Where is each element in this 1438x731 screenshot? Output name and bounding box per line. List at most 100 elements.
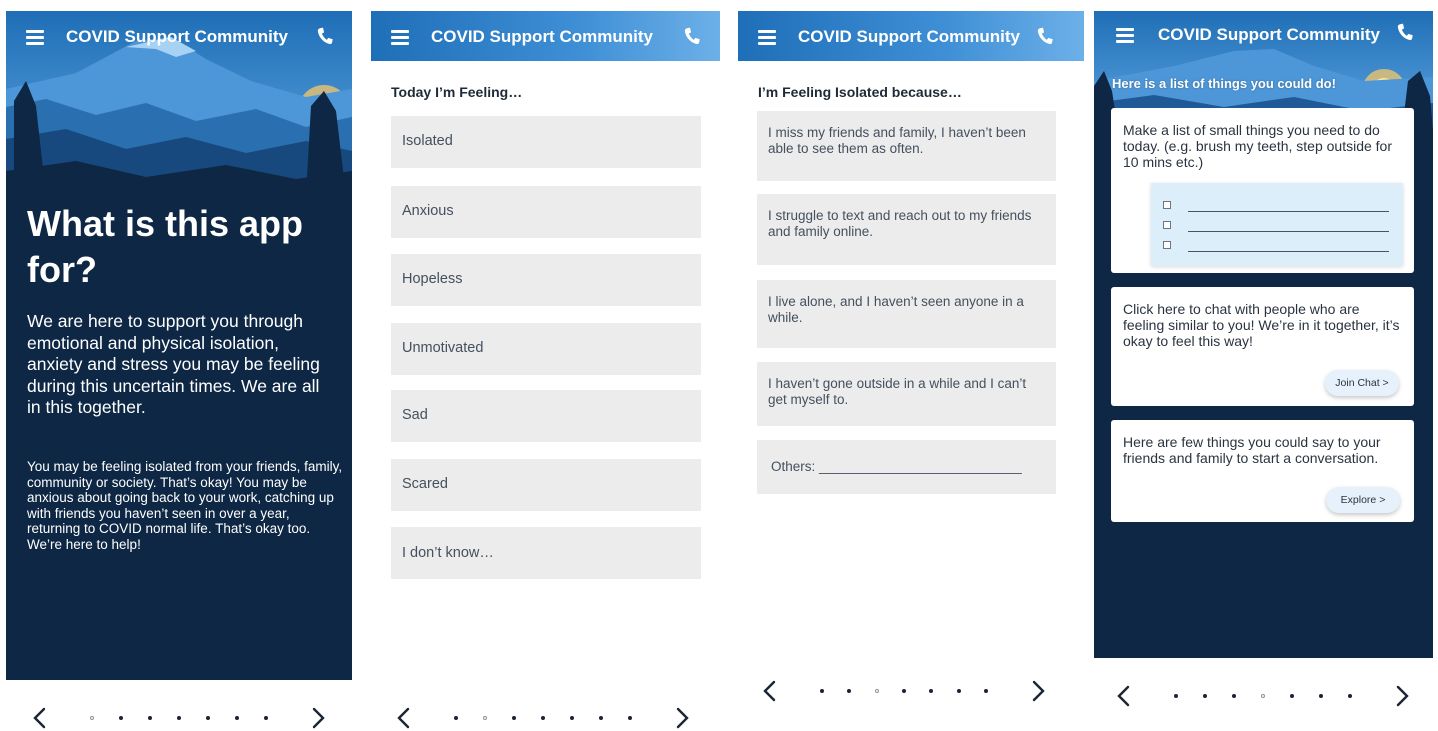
feeling-option-sad[interactable]: Sad xyxy=(391,390,701,442)
chevron-right-icon[interactable] xyxy=(670,703,694,731)
feeling-option-unmotivated[interactable]: Unmotivated xyxy=(391,323,701,375)
reason-option-live-alone[interactable]: I live alone, and I haven’t seen anyone … xyxy=(757,280,1056,348)
page-dot[interactable] xyxy=(1348,694,1352,698)
join-chat-button[interactable]: Join Chat > xyxy=(1325,370,1399,396)
pager xyxy=(758,676,1050,706)
reasons-heading: I’m Feeling Isolated because… xyxy=(758,84,962,100)
page-dot[interactable] xyxy=(1319,694,1323,698)
screen-about: COVID Support Community What is this app… xyxy=(6,11,352,680)
chat-card[interactable]: Click here to chat with people who are f… xyxy=(1111,287,1414,406)
chevron-right-icon[interactable] xyxy=(306,703,330,731)
reason-option-others[interactable]: Others: ___________________________ xyxy=(757,440,1056,494)
page-dot-active[interactable] xyxy=(1261,694,1265,698)
option-label: I haven’t gone outside in a while and I … xyxy=(768,376,1027,407)
option-label: Hopeless xyxy=(402,271,463,287)
todo-item[interactable] xyxy=(1163,221,1389,233)
feeling-option-isolated[interactable]: Isolated xyxy=(391,116,701,168)
screen-reasons: COVID Support Community I’m Feeling Isol… xyxy=(738,11,1084,680)
option-label: I struggle to text and reach out to my f… xyxy=(768,208,1032,239)
chevron-left-icon[interactable] xyxy=(392,703,416,731)
page-dot[interactable] xyxy=(264,716,268,720)
pager xyxy=(1112,681,1414,711)
todo-input-line[interactable] xyxy=(1188,211,1389,212)
screen-suggestions: COVID Support Community Here is a list o… xyxy=(1094,11,1433,658)
app-title: COVID Support Community xyxy=(431,27,653,46)
option-label: Unmotivated xyxy=(402,340,484,356)
checkbox-icon[interactable] xyxy=(1163,201,1171,209)
card-text: Here are few things you could say to you… xyxy=(1123,434,1381,466)
page-dot[interactable] xyxy=(1174,694,1178,698)
todo-input-line[interactable] xyxy=(1188,231,1389,232)
phone-icon[interactable] xyxy=(1034,25,1056,47)
page-dot[interactable] xyxy=(984,689,988,693)
chevron-right-icon[interactable] xyxy=(1390,681,1414,711)
page-dot[interactable] xyxy=(628,716,632,720)
reason-option-not-outside[interactable]: I haven’t gone outside in a while and I … xyxy=(757,362,1056,426)
page-dot[interactable] xyxy=(820,689,824,693)
card-text: Make a list of small things you need to … xyxy=(1123,122,1392,170)
phone-icon[interactable] xyxy=(314,25,336,47)
reason-option-miss-friends[interactable]: I miss my friends and family, I haven’t … xyxy=(757,111,1056,181)
phone-icon[interactable] xyxy=(681,25,703,47)
page-dot-active[interactable] xyxy=(483,716,487,720)
page-dot[interactable] xyxy=(956,689,961,693)
page-dot[interactable] xyxy=(570,716,574,720)
page-dot[interactable] xyxy=(599,716,603,720)
feeling-option-anxious[interactable]: Anxious xyxy=(391,186,701,238)
page-title: What is this app for? xyxy=(27,203,304,290)
page-dot[interactable] xyxy=(847,689,852,693)
card-text: Click here to chat with people who are f… xyxy=(1123,301,1400,349)
intro-text: We are here to support you through emoti… xyxy=(27,311,320,417)
chevron-left-icon[interactable] xyxy=(28,703,52,731)
app-title: COVID Support Community xyxy=(798,27,1020,46)
menu-icon[interactable] xyxy=(26,30,44,45)
menu-icon[interactable] xyxy=(391,30,409,45)
page-dot[interactable] xyxy=(1290,694,1294,698)
body-text: You may be feeling isolated from your fr… xyxy=(27,459,343,552)
option-label: Scared xyxy=(402,476,448,492)
pager xyxy=(392,703,694,731)
page-dot[interactable] xyxy=(148,716,152,720)
feeling-option-hopeless[interactable]: Hopeless xyxy=(391,254,701,306)
page-dot[interactable] xyxy=(541,716,545,720)
page-dot[interactable] xyxy=(902,689,906,693)
page-dot[interactable] xyxy=(1232,694,1236,698)
todo-item[interactable] xyxy=(1163,241,1389,253)
menu-icon[interactable] xyxy=(758,30,776,45)
todo-input-line[interactable] xyxy=(1188,251,1389,252)
todo-list-card: Make a list of small things you need to … xyxy=(1111,108,1414,273)
page-dot-active[interactable] xyxy=(90,716,94,720)
others-input-label: Others: ___________________________ xyxy=(771,459,1022,474)
pager xyxy=(28,703,330,731)
page-dot[interactable] xyxy=(929,689,934,693)
feeling-option-scared[interactable]: Scared xyxy=(391,459,701,511)
screen-feelings: COVID Support Community Today I’m Feelin… xyxy=(371,11,720,680)
page-dot[interactable] xyxy=(177,716,181,720)
option-label: I miss my friends and family, I haven’t … xyxy=(768,125,1026,156)
page-dot[interactable] xyxy=(119,716,123,720)
menu-icon[interactable] xyxy=(1116,28,1134,43)
chevron-left-icon[interactable] xyxy=(758,676,782,706)
app-title: COVID Support Community xyxy=(1158,25,1380,44)
option-label: Anxious xyxy=(402,203,454,219)
page-dot-active[interactable] xyxy=(874,689,879,693)
page-dot[interactable] xyxy=(235,716,239,720)
chevron-right-icon[interactable] xyxy=(1026,676,1050,706)
suggestions-heading: Here is a list of things you could do! xyxy=(1112,76,1336,91)
page-dot[interactable] xyxy=(206,716,210,720)
chevron-left-icon[interactable] xyxy=(1112,681,1136,711)
explore-button[interactable]: Explore > xyxy=(1326,487,1400,513)
conversation-card[interactable]: Here are few things you could say to you… xyxy=(1111,420,1414,522)
todo-item[interactable] xyxy=(1163,201,1389,213)
page-dot[interactable] xyxy=(454,716,458,720)
page-dot[interactable] xyxy=(512,716,516,720)
checkbox-icon[interactable] xyxy=(1163,221,1171,229)
option-label: Isolated xyxy=(402,133,453,149)
checkbox-icon[interactable] xyxy=(1163,241,1171,249)
feeling-option-dont-know[interactable]: I don’t know… xyxy=(391,527,701,579)
phone-icon[interactable] xyxy=(1394,21,1416,43)
page-dot[interactable] xyxy=(1203,694,1207,698)
todo-checklist xyxy=(1151,183,1403,266)
reason-option-struggle-online[interactable]: I struggle to text and reach out to my f… xyxy=(757,194,1056,265)
option-label: I live alone, and I haven’t seen anyone … xyxy=(768,294,1024,325)
